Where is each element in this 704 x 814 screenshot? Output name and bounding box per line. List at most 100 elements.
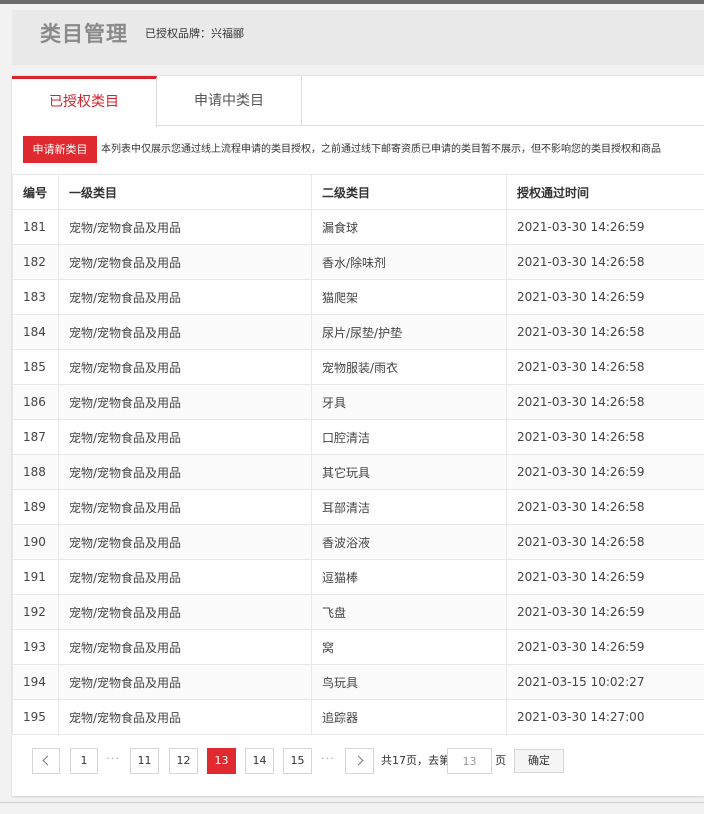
cell-authorized-time: 2021-03-30 14:26:58 (506, 489, 704, 525)
table-row: 182 宠物/宠物食品及用品 香水/除味剂 2021-03-30 14:26:58 (12, 244, 704, 280)
cell-primary-category: 宠物/宠物食品及用品 (58, 349, 312, 385)
cell-secondary-category: 漏食球 (311, 209, 507, 245)
pagination-page-15[interactable]: 15 (283, 748, 312, 774)
cell-primary-category: 宠物/宠物食品及用品 (58, 209, 312, 245)
cell-secondary-category: 宠物服装/雨衣 (311, 349, 507, 385)
cell-secondary-category: 其它玩具 (311, 454, 507, 490)
cell-secondary-category: 口腔清洁 (311, 419, 507, 455)
cell-primary-category: 宠物/宠物食品及用品 (58, 454, 312, 490)
cell-primary-category: 宠物/宠物食品及用品 (58, 629, 312, 665)
pagination-total-text: 共17页，去第 (381, 754, 450, 767)
cell-authorized-time: 2021-03-30 14:26:58 (506, 349, 704, 385)
cell-primary-category: 宠物/宠物食品及用品 (58, 314, 312, 350)
pagination-jump-input[interactable] (447, 748, 492, 774)
cell-secondary-category: 耳部清洁 (311, 489, 507, 525)
cell-secondary-category: 飞盘 (311, 594, 507, 630)
cell-secondary-category: 香波浴液 (311, 524, 507, 560)
cell-secondary-category: 香水/除味剂 (311, 244, 507, 280)
cell-primary-category: 宠物/宠物食品及用品 (58, 664, 312, 700)
apply-new-category-button[interactable]: 申请新类目 (23, 136, 97, 163)
cell-secondary-category: 猫爬架 (311, 279, 507, 315)
cell-id: 187 (12, 419, 59, 455)
notice-text: 本列表中仅展示您通过线上流程申请的类目授权，之前通过线下邮寄资质已申请的类目暂不… (101, 144, 661, 155)
cell-primary-category: 宠物/宠物食品及用品 (58, 524, 312, 560)
pagination-page-12[interactable]: 12 (169, 748, 198, 774)
cell-authorized-time: 2021-03-30 14:26:58 (506, 419, 704, 455)
cell-primary-category: 宠物/宠物食品及用品 (58, 489, 312, 525)
pagination-confirm-button[interactable]: 确定 (514, 749, 564, 773)
pagination: 1 ··· 11 12 13 14 15 ··· 共17页，去第 页 确定 (32, 747, 692, 775)
cell-primary-category: 宠物/宠物食品及用品 (58, 279, 312, 315)
pagination-next-button[interactable] (345, 748, 374, 774)
cell-id: 181 (12, 209, 59, 245)
table-row: 186 宠物/宠物食品及用品 牙具 2021-03-30 14:26:58 (12, 384, 704, 420)
brand-label: 已授权品牌： (145, 27, 211, 40)
toolbar: 申请新类目 本列表中仅展示您通过线上流程申请的类目授权，之前通过线下邮寄资质已申… (12, 134, 704, 166)
cell-authorized-time: 2021-03-30 14:26:59 (506, 559, 704, 595)
cell-authorized-time: 2021-03-30 14:26:59 (506, 209, 704, 245)
authorized-brand-info: 已授权品牌：兴福郦 (145, 26, 244, 42)
table-row: 195 宠物/宠物食品及用品 追踪器 2021-03-30 14:27:00 (12, 699, 704, 735)
pagination-ellipsis-right: ··· (321, 752, 335, 765)
cell-primary-category: 宠物/宠物食品及用品 (58, 384, 312, 420)
page-header: 类目管理 已授权品牌：兴福郦 (12, 10, 704, 65)
cell-secondary-category: 鸟玩具 (311, 664, 507, 700)
cell-primary-category: 宠物/宠物食品及用品 (58, 559, 312, 595)
table-row: 185 宠物/宠物食品及用品 宠物服装/雨衣 2021-03-30 14:26:58 (12, 349, 704, 385)
cell-authorized-time: 2021-03-15 10:02:27 (506, 664, 704, 700)
tab-authorized-categories[interactable]: 已授权类目 (12, 76, 157, 127)
table-row: 188 宠物/宠物食品及用品 其它玩具 2021-03-30 14:26:59 (12, 454, 704, 490)
table-row: 191 宠物/宠物食品及用品 逗猫棒 2021-03-30 14:26:59 (12, 559, 704, 595)
table-row: 194 宠物/宠物食品及用品 鸟玩具 2021-03-15 10:02:27 (12, 664, 704, 700)
column-header-id: 编号 (12, 174, 59, 210)
category-panel: 已授权类目 申请中类目 申请新类目 本列表中仅展示您通过线上流程申请的类目授权，… (12, 75, 704, 796)
cell-id: 182 (12, 244, 59, 280)
cell-authorized-time: 2021-03-30 14:26:58 (506, 244, 704, 280)
cell-primary-category: 宠物/宠物食品及用品 (58, 699, 312, 735)
pagination-page-suffix: 页 (495, 754, 506, 767)
table-row: 190 宠物/宠物食品及用品 香波浴液 2021-03-30 14:26:58 (12, 524, 704, 560)
cell-secondary-category: 逗猫棒 (311, 559, 507, 595)
pagination-prev-button[interactable] (32, 748, 60, 774)
cell-authorized-time: 2021-03-30 14:26:58 (506, 384, 704, 420)
tab-pending-categories[interactable]: 申请中类目 (157, 76, 302, 126)
cell-id: 190 (12, 524, 59, 560)
cell-authorized-time: 2021-03-30 14:27:00 (506, 699, 704, 735)
cell-id: 188 (12, 454, 59, 490)
cell-secondary-category: 尿片/尿垫/护垫 (311, 314, 507, 350)
chevron-right-icon (353, 755, 363, 766)
table-row: 189 宠物/宠物食品及用品 耳部清洁 2021-03-30 14:26:58 (12, 489, 704, 525)
cell-authorized-time: 2021-03-30 14:26:58 (506, 314, 704, 350)
cell-primary-category: 宠物/宠物食品及用品 (58, 244, 312, 280)
pagination-ellipsis-left: ··· (106, 752, 120, 765)
table-row: 193 宠物/宠物食品及用品窝 2021-03-30 14:26:59 (12, 629, 704, 665)
table-header-row: 编号 一级类目 二级类目 授权通过时间 (12, 174, 704, 210)
pagination-page-first[interactable]: 1 (70, 748, 98, 774)
brand-value: 兴福郦 (211, 27, 244, 40)
table-row: 187 宠物/宠物食品及用品 口腔清洁 2021-03-30 14:26:58 (12, 419, 704, 455)
cell-primary-category: 宠物/宠物食品及用品 (58, 594, 312, 630)
table-row: 184 宠物/宠物食品及用品 尿片/尿垫/护垫 2021-03-30 14:26:58 (12, 314, 704, 350)
cell-authorized-time: 2021-03-30 14:26:58 (506, 524, 704, 560)
pagination-page-11[interactable]: 11 (130, 748, 159, 774)
cell-secondary-category: 追踪器 (311, 699, 507, 735)
cell-primary-category: 宠物/宠物食品及用品 (58, 419, 312, 455)
cell-id: 189 (12, 489, 59, 525)
table-row: 192 宠物/宠物食品及用品 飞盘 2021-03-30 14:26:59 (12, 594, 704, 630)
cell-id: 183 (12, 279, 59, 315)
pagination-page-current[interactable]: 13 (207, 748, 236, 774)
cell-id: 194 (12, 664, 59, 700)
category-table: 编号 一级类目 二级类目 授权通过时间 181 宠物/宠物食品及用品 漏食球 2021… (12, 174, 704, 735)
table-row: 181 宠物/宠物食品及用品 漏食球 2021-03-30 14:26:59 (12, 209, 704, 245)
column-header-primary-category: 一级类目 (58, 174, 312, 210)
cell-authorized-time: 2021-03-30 14:26:59 (506, 629, 704, 665)
cell-id: 191 (12, 559, 59, 595)
cell-secondary-category: 窝 (311, 629, 507, 665)
window-top-strip (0, 0, 704, 4)
table-row: 183 宠物/宠物食品及用品 猫爬架 2021-03-30 14:26:59 (12, 279, 704, 315)
pagination-page-14[interactable]: 14 (245, 748, 274, 774)
cell-authorized-time: 2021-03-30 14:26:59 (506, 594, 704, 630)
cell-id: 184 (12, 314, 59, 350)
cell-id: 193 (12, 629, 59, 665)
tab-bar: 已授权类目 申请中类目 (12, 76, 704, 127)
